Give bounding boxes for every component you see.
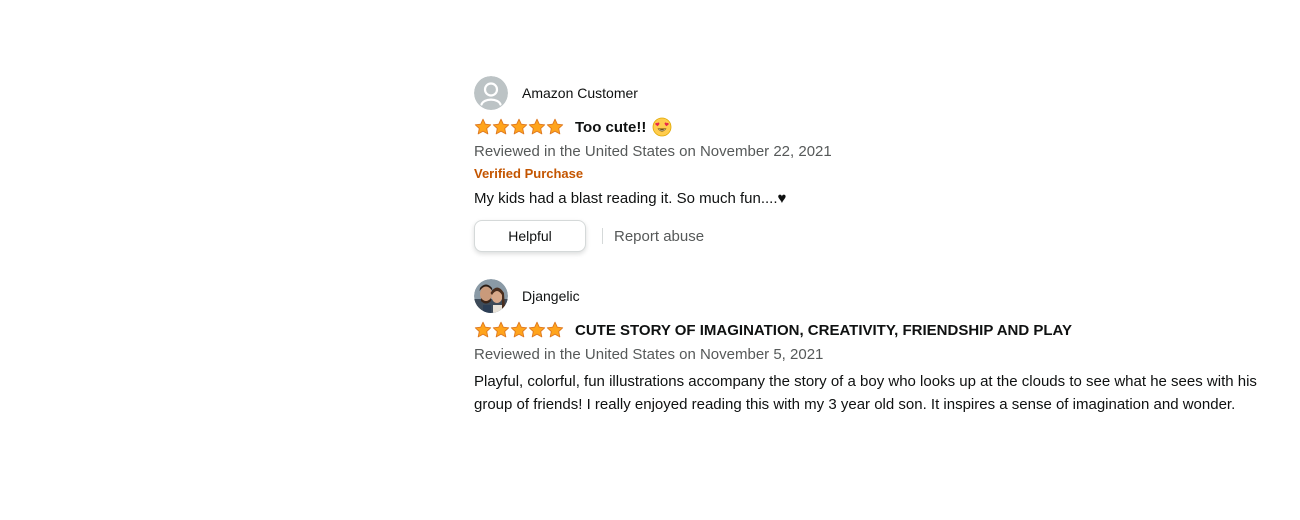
review-date: Reviewed in the United States on Novembe… bbox=[474, 346, 824, 363]
star-icon bbox=[546, 321, 564, 338]
smiling-face-with-heart-eyes-icon bbox=[652, 117, 672, 137]
star-icon bbox=[492, 321, 510, 338]
star-icon bbox=[528, 118, 546, 135]
reviewer-profile[interactable]: Djangelic bbox=[474, 279, 1264, 313]
review-actions: Helpful Report abuse bbox=[474, 219, 1264, 253]
review-card: Amazon Customer Too cute!! Reviewed in t… bbox=[474, 76, 1264, 253]
divider bbox=[602, 228, 603, 244]
star-icon bbox=[474, 321, 492, 338]
review-card: Djangelic CUTE STORY OF IMAGINATION, CRE… bbox=[474, 279, 1264, 416]
reviewer-name[interactable]: Djangelic bbox=[522, 288, 580, 304]
star-rating[interactable] bbox=[474, 118, 564, 136]
helpful-button[interactable]: Helpful bbox=[474, 220, 586, 252]
default-user-avatar-icon bbox=[474, 76, 508, 110]
reviewer-profile[interactable]: Amazon Customer bbox=[474, 76, 1264, 110]
review-title[interactable]: Too cute!! bbox=[575, 119, 646, 136]
reviews-list: Amazon Customer Too cute!! Reviewed in t… bbox=[474, 76, 1264, 416]
star-icon bbox=[492, 118, 510, 135]
star-rating[interactable] bbox=[474, 321, 564, 339]
review-text: My kids had a blast reading it. So much … bbox=[474, 190, 787, 207]
star-icon bbox=[510, 118, 528, 135]
review-title[interactable]: CUTE STORY OF IMAGINATION, CREATIVITY, F… bbox=[575, 322, 1072, 339]
reviewer-name[interactable]: Amazon Customer bbox=[522, 85, 638, 101]
user-photo-avatar bbox=[474, 279, 508, 313]
star-icon bbox=[528, 321, 546, 338]
review-date: Reviewed in the United States on Novembe… bbox=[474, 143, 832, 160]
report-abuse-link[interactable]: Report abuse bbox=[614, 228, 704, 245]
star-icon bbox=[510, 321, 528, 338]
star-icon bbox=[546, 118, 564, 135]
review-text: Playful, colorful, fun illustrations acc… bbox=[474, 373, 1257, 413]
star-icon bbox=[474, 118, 492, 135]
verified-purchase-badge[interactable]: Verified Purchase bbox=[474, 165, 1264, 182]
